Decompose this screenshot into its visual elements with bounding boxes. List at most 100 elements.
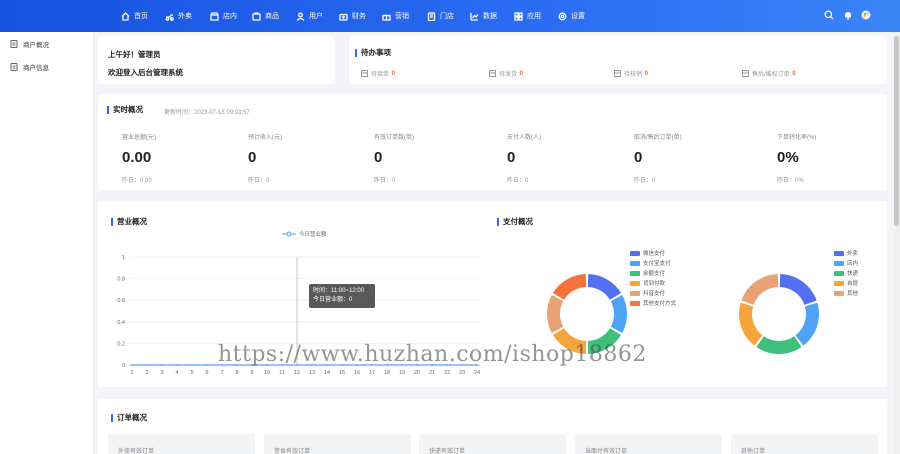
welcome-message: 欢迎登入后台管理系统 — [108, 68, 183, 77]
x-tick-label: 18 — [384, 370, 390, 376]
order-summary-box[interactable]: 外卖有效订单 — [108, 434, 255, 454]
nav-item[interactable]: 应用 — [514, 10, 541, 22]
nav-item-label: 用户 — [309, 13, 323, 20]
nav-item[interactable]: 财务 — [339, 10, 366, 22]
orders-title: 订单概况 — [111, 412, 147, 423]
data-point — [206, 364, 208, 366]
stat-item: 取消/售后订单(单) 0 昨日：0 — [634, 132, 744, 184]
nav-item[interactable]: 首页 — [121, 10, 148, 22]
todo-item[interactable]: 售后/维权订单: 0 — [742, 69, 796, 78]
tooltip-value: 今日营业额：0 — [313, 297, 353, 303]
nav-item[interactable]: 门店 — [427, 10, 454, 22]
x-tick-label: 19 — [399, 370, 405, 376]
legend-item[interactable]: 店内 — [834, 258, 858, 268]
sidebar-item-label: 商户概况 — [23, 42, 49, 49]
x-tick-label: 14 — [324, 370, 330, 376]
todo-card: 待办事项 待接单: 0 待发货: 0 待核销: 0 售后/维权订单: 0 — [349, 36, 887, 84]
legend-item[interactable]: 货到付款 — [630, 278, 676, 288]
order-summary-box[interactable]: 其他订单 — [731, 434, 878, 454]
order-box-label: 外卖有效订单 — [118, 449, 155, 454]
x-tick-label: 3 — [160, 370, 163, 376]
legend-item[interactable]: 快递 — [834, 268, 858, 278]
stat-item: 营业总额(元) 0.00 昨日：0.00 — [122, 132, 232, 184]
y-tick-label: 0.4 — [117, 320, 125, 326]
x-tick-label: 22 — [444, 370, 450, 376]
business-title: 营业概况 — [111, 216, 147, 227]
document-icon — [10, 63, 18, 71]
legend-label: 支付宝支付 — [643, 261, 671, 267]
x-tick-label: 16 — [354, 370, 360, 376]
x-tick-label: 23 — [459, 370, 465, 376]
stat-compare: 昨日：0% — [777, 178, 804, 184]
sidebar: 商户概况 商户信息 — [0, 32, 94, 454]
legend-swatch — [834, 250, 844, 256]
legend-item[interactable]: 其他 — [834, 288, 858, 298]
stat-value: 0% — [777, 149, 799, 166]
order-summary-box[interactable]: 当面付有效订单 — [575, 434, 722, 454]
donut-slice[interactable] — [547, 295, 564, 333]
x-tick-label: 24 — [474, 370, 480, 376]
todo-count: 0 — [519, 70, 524, 77]
legend-label: 快递 — [847, 271, 859, 277]
order-summary-box[interactable]: 快递有效订单 — [419, 434, 566, 454]
legend-item[interactable]: 其他支付方式 — [630, 298, 676, 308]
realtime-title: 实时概况 — [107, 104, 143, 115]
stat-value: 0 — [634, 149, 643, 166]
avatar[interactable] — [860, 9, 872, 21]
stat-item: 下单转化率(%) 0% 昨日：0% — [777, 132, 887, 184]
nav-item-label: 财务 — [352, 13, 366, 20]
donut-slice[interactable] — [552, 274, 587, 300]
donut-slice[interactable] — [587, 274, 622, 300]
stat-label: 取消/售后订单(单) — [634, 135, 682, 141]
donut-slice[interactable] — [610, 295, 627, 333]
order-summary-box[interactable]: 堂食有效订单 — [264, 434, 411, 454]
finance-icon — [339, 12, 348, 21]
nav-item[interactable]: 营销 — [382, 10, 409, 22]
nav-item[interactable]: 商品 — [252, 10, 279, 22]
x-tick-label: 13 — [309, 370, 315, 376]
chart-legend[interactable]: 今日营业额 — [282, 230, 327, 238]
legend-item[interactable]: 抖音支付 — [630, 288, 676, 298]
legend-item[interactable]: 外卖 — [834, 248, 858, 258]
x-tick-label: 21 — [429, 370, 435, 376]
nav-item-label: 应用 — [527, 13, 541, 20]
nav-item[interactable]: 用户 — [296, 10, 323, 22]
scrollbar-thumb[interactable] — [894, 36, 899, 226]
donut-slice[interactable] — [739, 302, 763, 346]
donut-slice[interactable] — [741, 274, 779, 305]
todo-item[interactable]: 待发货: 0 — [489, 69, 523, 78]
stat-label: 有效订单数(单) — [374, 135, 414, 141]
stat-compare: 昨日：0 — [507, 178, 529, 184]
todo-item[interactable]: 待核销: 0 — [614, 69, 648, 78]
data-point — [146, 364, 148, 366]
todo-item[interactable]: 待接单: 0 — [361, 69, 395, 78]
list-icon — [489, 70, 496, 77]
legend-item[interactable]: 自提 — [834, 278, 858, 288]
y-tick-label: 0.6 — [117, 298, 125, 304]
nav-item[interactable]: 设置 — [558, 10, 585, 22]
x-tick-label: 15 — [339, 370, 345, 376]
legend-line-icon — [282, 231, 296, 237]
donut-slice[interactable] — [756, 336, 802, 354]
nav-item[interactable]: 外卖 — [165, 10, 192, 22]
nav-item[interactable]: 店内 — [210, 10, 237, 22]
x-tick-label: 10 — [264, 370, 270, 376]
todo-count: 0 — [391, 70, 396, 77]
search-icon[interactable] — [823, 9, 835, 21]
bell-icon[interactable] — [842, 9, 854, 21]
legend-item[interactable]: 微信支付 — [630, 248, 676, 258]
scrollbar[interactable] — [893, 32, 900, 454]
legend-item[interactable]: 支付宝支付 — [630, 258, 676, 268]
welcome-card: 上午好！管理员 欢迎登入后台管理系统 — [98, 36, 335, 84]
order-type-donut[interactable] — [738, 273, 820, 355]
legend-item[interactable]: 余额支付 — [630, 268, 676, 278]
stat-item: 有效订单数(单) 0 昨日：0 — [374, 132, 484, 184]
nav-item[interactable]: 数据 — [470, 10, 497, 22]
sidebar-item-merchant-info[interactable]: 商户信息 — [10, 61, 49, 73]
sidebar-item-merchant-overview[interactable]: 商户概况 — [10, 38, 49, 50]
stat-value: 0 — [248, 149, 257, 166]
order-box-label: 快递有效订单 — [429, 449, 466, 454]
donut-slice[interactable] — [779, 274, 817, 305]
stat-item: 预计收入(元) 0 昨日：0 — [248, 132, 358, 184]
donut-slice[interactable] — [795, 302, 819, 346]
